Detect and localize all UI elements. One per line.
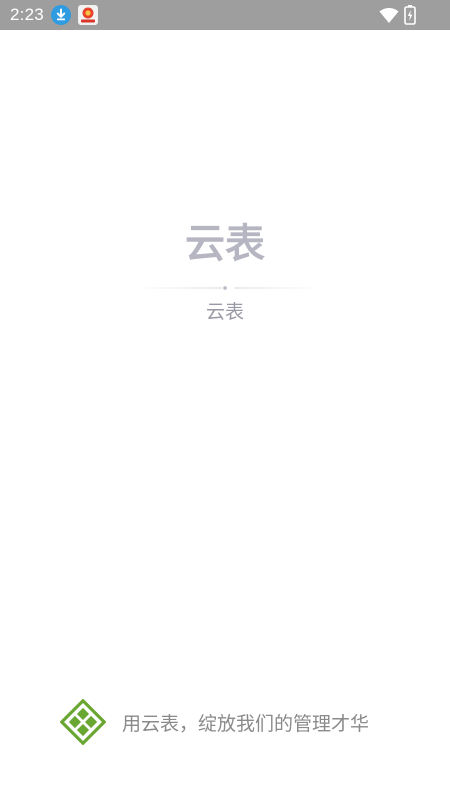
app-notification-icon xyxy=(78,5,98,25)
splash-title: 云表 xyxy=(185,221,265,267)
download-icon xyxy=(51,5,71,25)
footer-slogan: 用云表，绽放我们的管理才华 xyxy=(122,712,370,735)
wifi-icon xyxy=(379,7,399,23)
status-time: 2:23 xyxy=(10,5,44,24)
status-bar: 2:23 xyxy=(0,0,450,30)
splash-divider xyxy=(136,286,320,290)
splash-subtitle: 云表 xyxy=(205,301,244,323)
battery-charging-icon xyxy=(404,5,416,25)
footer: 用云表，绽放我们的管理才华 xyxy=(60,699,369,745)
yunbiao-logo-icon xyxy=(60,699,106,745)
